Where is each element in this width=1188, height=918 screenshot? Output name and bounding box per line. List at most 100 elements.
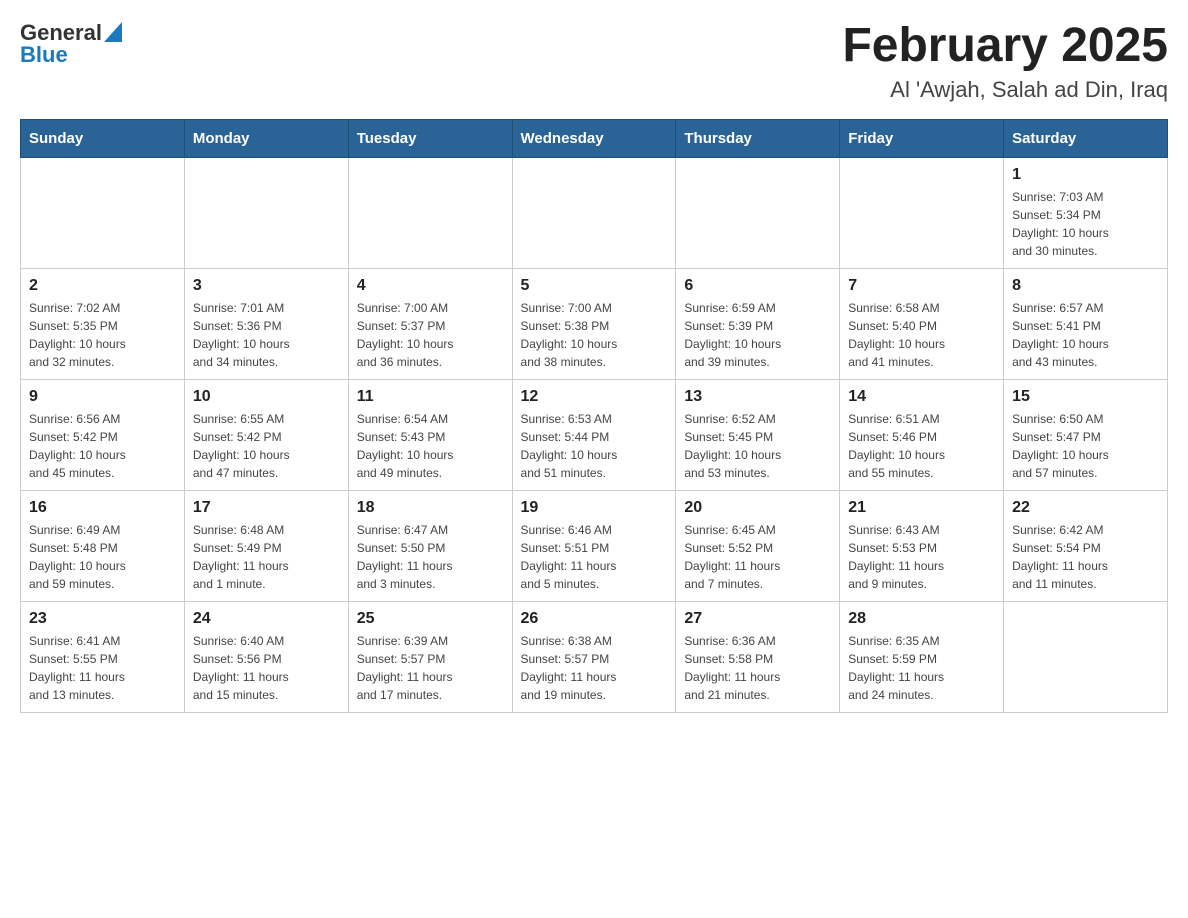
calendar-body: 1 Sunrise: 7:03 AM Sunset: 5:34 PM Daylig…: [21, 157, 1168, 712]
calendar-cell: 4 Sunrise: 7:00 AM Sunset: 5:37 PM Daylig…: [348, 268, 512, 379]
logo: General Blue: [20, 20, 122, 68]
day-number: 17: [193, 499, 340, 517]
calendar-cell: 23 Sunrise: 6:41 AM Sunset: 5:55 PM Dayli…: [21, 601, 185, 712]
day-number: 12: [521, 388, 668, 406]
day-info: Sunrise: 6:47 AM Sunset: 5:50 PM Dayligh…: [357, 521, 504, 593]
day-info: Sunrise: 6:57 AM Sunset: 5:41 PM Dayligh…: [1012, 299, 1159, 371]
day-info: Sunrise: 6:52 AM Sunset: 5:45 PM Dayligh…: [684, 410, 831, 482]
calendar-cell: 27 Sunrise: 6:36 AM Sunset: 5:58 PM Dayli…: [676, 601, 840, 712]
day-number: 26: [521, 610, 668, 628]
day-info: Sunrise: 7:03 AM Sunset: 5:34 PM Dayligh…: [1012, 188, 1159, 260]
day-number: 24: [193, 610, 340, 628]
calendar-cell: 16 Sunrise: 6:49 AM Sunset: 5:48 PM Dayli…: [21, 490, 185, 601]
day-number: 3: [193, 277, 340, 295]
day-number: 5: [521, 277, 668, 295]
day-number: 1: [1012, 166, 1159, 184]
calendar-week-5: 23 Sunrise: 6:41 AM Sunset: 5:55 PM Dayli…: [21, 601, 1168, 712]
logo-triangle-icon: [104, 22, 122, 42]
month-title: February 2025: [842, 20, 1168, 73]
day-number: 10: [193, 388, 340, 406]
day-info: Sunrise: 6:43 AM Sunset: 5:53 PM Dayligh…: [848, 521, 995, 593]
calendar-cell: 7 Sunrise: 6:58 AM Sunset: 5:40 PM Daylig…: [840, 268, 1004, 379]
day-info: Sunrise: 6:53 AM Sunset: 5:44 PM Dayligh…: [521, 410, 668, 482]
day-number: 15: [1012, 388, 1159, 406]
day-number: 4: [357, 277, 504, 295]
day-info: Sunrise: 6:45 AM Sunset: 5:52 PM Dayligh…: [684, 521, 831, 593]
day-info: Sunrise: 6:56 AM Sunset: 5:42 PM Dayligh…: [29, 410, 176, 482]
day-number: 14: [848, 388, 995, 406]
day-info: Sunrise: 6:48 AM Sunset: 5:49 PM Dayligh…: [193, 521, 340, 593]
day-number: 6: [684, 277, 831, 295]
calendar-cell: 24 Sunrise: 6:40 AM Sunset: 5:56 PM Dayli…: [184, 601, 348, 712]
day-info: Sunrise: 6:50 AM Sunset: 5:47 PM Dayligh…: [1012, 410, 1159, 482]
day-number: 23: [29, 610, 176, 628]
day-info: Sunrise: 6:46 AM Sunset: 5:51 PM Dayligh…: [521, 521, 668, 593]
calendar-cell: 20 Sunrise: 6:45 AM Sunset: 5:52 PM Dayli…: [676, 490, 840, 601]
weekday-header-monday: Monday: [184, 119, 348, 157]
day-number: 16: [29, 499, 176, 517]
calendar-cell: 6 Sunrise: 6:59 AM Sunset: 5:39 PM Daylig…: [676, 268, 840, 379]
logo-blue-text: Blue: [20, 42, 68, 68]
day-info: Sunrise: 6:51 AM Sunset: 5:46 PM Dayligh…: [848, 410, 995, 482]
calendar-cell: 19 Sunrise: 6:46 AM Sunset: 5:51 PM Dayli…: [512, 490, 676, 601]
calendar-cell: 2 Sunrise: 7:02 AM Sunset: 5:35 PM Daylig…: [21, 268, 185, 379]
day-info: Sunrise: 7:02 AM Sunset: 5:35 PM Dayligh…: [29, 299, 176, 371]
weekday-header-sunday: Sunday: [21, 119, 185, 157]
day-info: Sunrise: 6:41 AM Sunset: 5:55 PM Dayligh…: [29, 632, 176, 704]
calendar-table: SundayMondayTuesdayWednesdayThursdayFrid…: [20, 119, 1168, 713]
day-info: Sunrise: 6:59 AM Sunset: 5:39 PM Dayligh…: [684, 299, 831, 371]
calendar-cell: [840, 157, 1004, 268]
weekday-header-saturday: Saturday: [1004, 119, 1168, 157]
day-info: Sunrise: 6:54 AM Sunset: 5:43 PM Dayligh…: [357, 410, 504, 482]
day-info: Sunrise: 6:35 AM Sunset: 5:59 PM Dayligh…: [848, 632, 995, 704]
day-number: 2: [29, 277, 176, 295]
calendar-cell: 1 Sunrise: 7:03 AM Sunset: 5:34 PM Daylig…: [1004, 157, 1168, 268]
calendar-cell: 8 Sunrise: 6:57 AM Sunset: 5:41 PM Daylig…: [1004, 268, 1168, 379]
calendar-cell: 21Sunrise: 6:43 AM Sunset: 5:53 PM Dayli…: [840, 490, 1004, 601]
calendar-cell: 13 Sunrise: 6:52 AM Sunset: 5:45 PM Dayli…: [676, 379, 840, 490]
day-info: Sunrise: 6:38 AM Sunset: 5:57 PM Dayligh…: [521, 632, 668, 704]
calendar-week-4: 16 Sunrise: 6:49 AM Sunset: 5:48 PM Dayli…: [21, 490, 1168, 601]
calendar-cell: 5 Sunrise: 7:00 AM Sunset: 5:38 PM Daylig…: [512, 268, 676, 379]
calendar-cell: [1004, 601, 1168, 712]
page-header: General Blue February 2025 Al 'Awjah, Sa…: [20, 20, 1168, 103]
day-number: 8: [1012, 277, 1159, 295]
day-info: Sunrise: 7:00 AM Sunset: 5:37 PM Dayligh…: [357, 299, 504, 371]
day-number: 7: [848, 277, 995, 295]
day-number: 20: [684, 499, 831, 517]
calendar-cell: 9 Sunrise: 6:56 AM Sunset: 5:42 PM Daylig…: [21, 379, 185, 490]
day-number: 11: [357, 388, 504, 406]
weekday-header-wednesday: Wednesday: [512, 119, 676, 157]
weekday-header-friday: Friday: [840, 119, 1004, 157]
day-info: Sunrise: 6:58 AM Sunset: 5:40 PM Dayligh…: [848, 299, 995, 371]
calendar-cell: 11 Sunrise: 6:54 AM Sunset: 5:43 PM Dayli…: [348, 379, 512, 490]
day-info: Sunrise: 6:40 AM Sunset: 5:56 PM Dayligh…: [193, 632, 340, 704]
day-info: Sunrise: 6:49 AM Sunset: 5:48 PM Dayligh…: [29, 521, 176, 593]
day-number: 25: [357, 610, 504, 628]
calendar-cell: 3 Sunrise: 7:01 AM Sunset: 5:36 PM Daylig…: [184, 268, 348, 379]
calendar-cell: [348, 157, 512, 268]
calendar-cell: 22Sunrise: 6:42 AM Sunset: 5:54 PM Dayli…: [1004, 490, 1168, 601]
calendar-cell: 28 Sunrise: 6:35 AM Sunset: 5:59 PM Dayli…: [840, 601, 1004, 712]
day-info: Sunrise: 7:00 AM Sunset: 5:38 PM Dayligh…: [521, 299, 668, 371]
day-number: 27: [684, 610, 831, 628]
day-number: 28: [848, 610, 995, 628]
calendar-week-3: 9 Sunrise: 6:56 AM Sunset: 5:42 PM Daylig…: [21, 379, 1168, 490]
calendar-cell: [184, 157, 348, 268]
weekday-header-row: SundayMondayTuesdayWednesdayThursdayFrid…: [21, 119, 1168, 157]
day-info: Sunrise: 6:36 AM Sunset: 5:58 PM Dayligh…: [684, 632, 831, 704]
day-number: 13: [684, 388, 831, 406]
day-info: Sunrise: 6:55 AM Sunset: 5:42 PM Dayligh…: [193, 410, 340, 482]
day-info: Sunrise: 7:01 AM Sunset: 5:36 PM Dayligh…: [193, 299, 340, 371]
calendar-cell: 17 Sunrise: 6:48 AM Sunset: 5:49 PM Dayli…: [184, 490, 348, 601]
day-number: 18: [357, 499, 504, 517]
day-number: 22: [1012, 499, 1159, 517]
calendar-cell: 14 Sunrise: 6:51 AM Sunset: 5:46 PM Dayli…: [840, 379, 1004, 490]
day-number: 19: [521, 499, 668, 517]
calendar-week-2: 2 Sunrise: 7:02 AM Sunset: 5:35 PM Daylig…: [21, 268, 1168, 379]
calendar-header: SundayMondayTuesdayWednesdayThursdayFrid…: [21, 119, 1168, 157]
calendar-cell: 25Sunrise: 6:39 AM Sunset: 5:57 PM Dayli…: [348, 601, 512, 712]
title-block: February 2025 Al 'Awjah, Salah ad Din, I…: [842, 20, 1168, 103]
location-title: Al 'Awjah, Salah ad Din, Iraq: [842, 77, 1168, 103]
day-number: 9: [29, 388, 176, 406]
